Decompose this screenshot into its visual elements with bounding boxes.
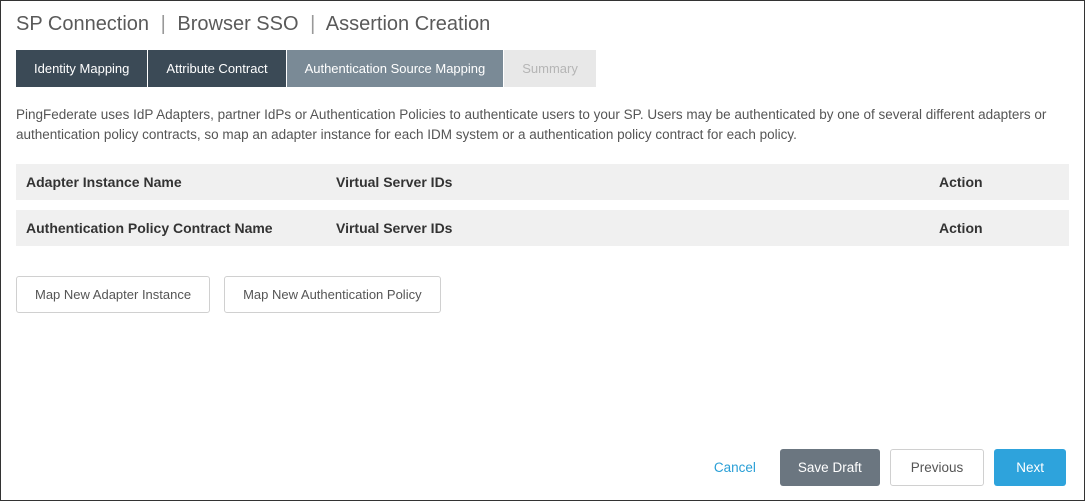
tab-authentication-source-mapping[interactable]: Authentication Source Mapping (287, 50, 504, 87)
adapter-col-vsid: Virtual Server IDs (336, 174, 939, 190)
tab-attribute-contract[interactable]: Attribute Contract (148, 50, 285, 87)
policy-col-action: Action (939, 220, 1059, 236)
adapter-table-header: Adapter Instance Name Virtual Server IDs… (16, 164, 1069, 200)
adapter-col-name: Adapter Instance Name (26, 174, 336, 190)
action-buttons: Map New Adapter Instance Map New Authent… (16, 276, 1069, 313)
breadcrumb-part-2: Browser SSO (177, 13, 298, 35)
breadcrumb-separator: | (310, 13, 315, 35)
breadcrumb-part-1: SP Connection (16, 13, 149, 35)
save-draft-button[interactable]: Save Draft (780, 449, 880, 486)
map-new-auth-policy-button[interactable]: Map New Authentication Policy (224, 276, 440, 313)
policy-table-header: Authentication Policy Contract Name Virt… (16, 210, 1069, 246)
breadcrumb-separator: | (161, 13, 166, 35)
tab-summary: Summary (504, 50, 596, 87)
policy-col-name: Authentication Policy Contract Name (26, 220, 336, 236)
tab-identity-mapping[interactable]: Identity Mapping (16, 50, 147, 87)
cancel-button[interactable]: Cancel (700, 450, 770, 485)
adapter-col-action: Action (939, 174, 1059, 190)
footer-actions: Cancel Save Draft Previous Next (700, 449, 1066, 486)
policy-col-vsid: Virtual Server IDs (336, 220, 939, 236)
breadcrumb-part-3: Assertion Creation (326, 13, 491, 35)
map-new-adapter-button[interactable]: Map New Adapter Instance (16, 276, 210, 313)
breadcrumb: SP Connection | Browser SSO | Assertion … (16, 13, 1069, 36)
page-description: PingFederate uses IdP Adapters, partner … (16, 105, 1069, 146)
tab-bar: Identity Mapping Attribute Contract Auth… (16, 50, 1069, 87)
previous-button[interactable]: Previous (890, 449, 985, 486)
next-button[interactable]: Next (994, 449, 1066, 486)
